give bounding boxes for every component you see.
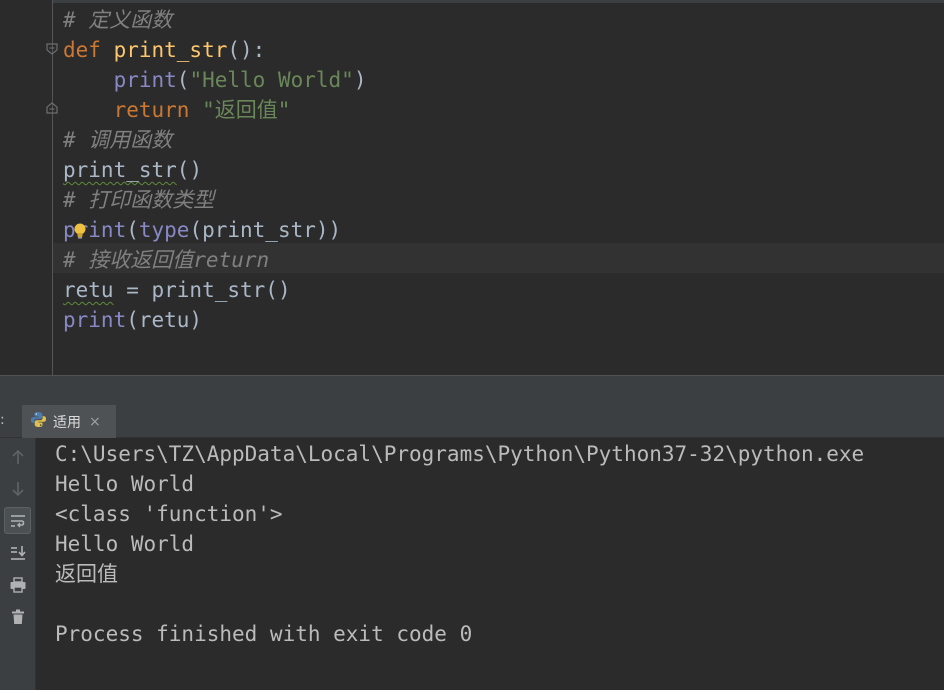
code-token: ( <box>176 68 190 92</box>
code-line[interactable]: retu = print_str() <box>63 275 291 305</box>
code-token: "返回值" <box>202 98 291 122</box>
print-icon[interactable] <box>4 571 31 598</box>
code-token: ( <box>126 218 139 242</box>
console-line: <class 'function'> <box>55 502 283 526</box>
code-token: ) <box>353 68 367 92</box>
code-line[interactable]: def print_str(): <box>63 35 265 65</box>
code-token: print <box>113 68 177 92</box>
run-tab-label: 适用 <box>53 414 81 431</box>
code-line[interactable]: print_str() <box>63 155 202 185</box>
code-token: def <box>63 38 114 62</box>
scroll-to-end-icon[interactable] <box>4 539 31 566</box>
code-token: # 定义函数 <box>63 8 173 32</box>
code-token: (): <box>227 38 266 62</box>
panel-splitter[interactable] <box>0 375 944 405</box>
soft-wrap-icon[interactable] <box>4 507 31 534</box>
close-icon[interactable]: × <box>89 414 101 430</box>
run-tool-header: : 适用 × <box>0 405 944 438</box>
arrow-up-icon[interactable] <box>4 443 31 470</box>
code-token: print_str <box>113 38 228 62</box>
trash-icon[interactable] <box>4 603 31 630</box>
code-token: # 调用函数 <box>63 128 173 152</box>
code-token: # 打印函数类型 <box>63 188 215 212</box>
code-line[interactable]: # 定义函数 <box>63 5 172 35</box>
lightbulb-icon[interactable] <box>72 222 88 240</box>
code-line[interactable]: return "返回值" <box>63 95 291 125</box>
code-token: print <box>63 308 127 332</box>
code-token: "Hello World" <box>189 68 354 92</box>
code-token: return <box>113 98 203 122</box>
arrow-down-icon[interactable] <box>4 475 31 502</box>
code-token: = print_str() <box>113 278 291 302</box>
code-line[interactable]: # 接收返回值return <box>63 245 269 275</box>
run-tab[interactable]: 适用 × <box>22 405 116 438</box>
editor-gutter[interactable] <box>0 0 52 375</box>
console-line: Hello World <box>55 472 195 496</box>
fold-open-icon[interactable] <box>45 42 59 56</box>
console-line: Hello World <box>55 532 195 556</box>
code-line[interactable]: print(retu) <box>63 305 202 335</box>
editor-tab-strip <box>0 0 944 3</box>
fold-end-icon[interactable] <box>45 101 59 115</box>
code-token: (print_str)) <box>189 218 342 242</box>
code-line[interactable]: print(type(print_str)) <box>63 215 341 245</box>
code-editor[interactable]: # 定义函数 def print_str(): print("Hello Worl… <box>0 0 944 375</box>
code-token: retu <box>63 278 114 302</box>
code-line[interactable]: print("Hello World") <box>63 65 367 95</box>
gutter-divider <box>52 0 53 375</box>
python-icon <box>30 411 47 432</box>
code-token: type <box>138 218 190 242</box>
code-token: () <box>176 158 203 182</box>
console-line: Process finished with exit code 0 <box>55 622 473 646</box>
console-line: 返回值 <box>55 562 118 586</box>
run-toolbar <box>0 438 36 690</box>
console-output[interactable]: C:\Users\TZ\AppData\Local\Programs\Pytho… <box>37 438 944 690</box>
console-line: C:\Users\TZ\AppData\Local\Programs\Pytho… <box>55 442 865 466</box>
code-line[interactable]: # 打印函数类型 <box>63 185 214 215</box>
code-line[interactable]: # 调用函数 <box>63 125 172 155</box>
run-label: : <box>0 412 5 428</box>
code-token: # 接收返回值return <box>63 248 270 272</box>
code-token: (retu) <box>126 308 203 332</box>
code-token: print_str <box>63 158 177 182</box>
